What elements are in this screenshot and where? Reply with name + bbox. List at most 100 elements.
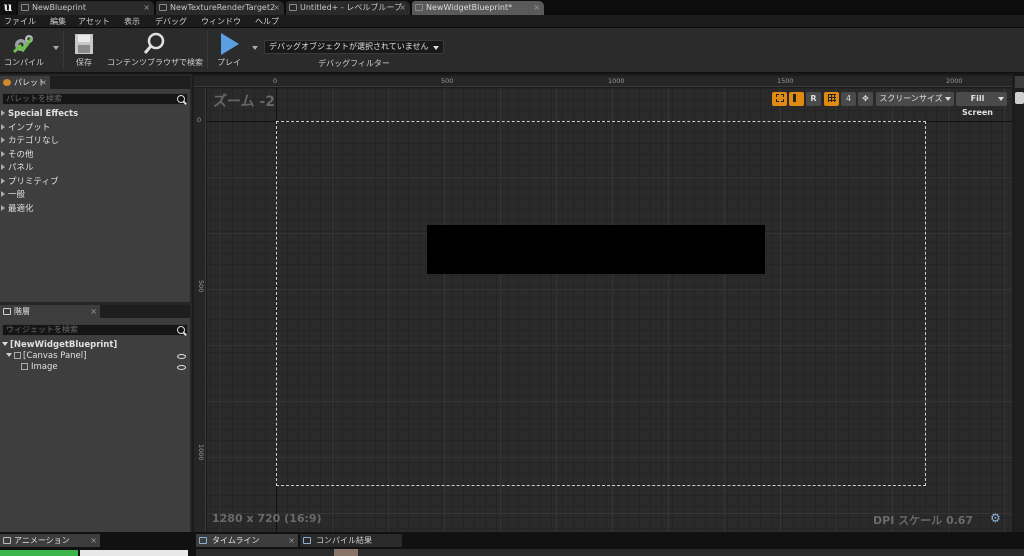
timeline-toolbar: [196, 549, 1024, 556]
zoom-level: ズーム -2: [213, 94, 276, 110]
screen-size-dropdown[interactable]: スクリーンサイズ: [876, 92, 954, 106]
close-icon[interactable]: ×: [288, 534, 295, 547]
timeline-track-marker[interactable]: [334, 549, 358, 556]
ruler-tick-label: 500: [197, 280, 205, 293]
unreal-logo[interactable]: u: [0, 0, 16, 15]
tree-item-image[interactable]: Image: [0, 361, 190, 374]
tab-label: NewWidgetBlueprint*: [426, 3, 513, 12]
animation-search-input[interactable]: [80, 550, 188, 556]
resolution-label: 1280 x 720 (16:9): [212, 512, 322, 525]
expand-arrow-icon: [1, 137, 5, 143]
visibility-eye-icon[interactable]: [177, 365, 186, 370]
visibility-eye-icon[interactable]: [177, 354, 186, 359]
expand-arrow-icon: [1, 205, 5, 211]
save-button[interactable]: 保存: [68, 30, 100, 71]
compile-results-icon: [303, 537, 311, 544]
hierarchy-search-input[interactable]: ウィジェットを検索: [2, 324, 188, 336]
tab-widget-blueprint[interactable]: NewWidgetBlueprint* ×: [412, 1, 544, 15]
details-tab[interactable]: [1015, 76, 1024, 88]
blueprint-icon: [21, 4, 29, 11]
details-search-input[interactable]: [1015, 92, 1024, 104]
palette-category-common[interactable]: 一般: [0, 189, 25, 202]
chevron-down-icon: [945, 97, 951, 101]
outline-toggle-button[interactable]: [772, 92, 787, 106]
close-icon[interactable]: ×: [273, 1, 280, 14]
hierarchy-header: 階層 ×: [0, 305, 190, 318]
close-icon[interactable]: ×: [90, 305, 97, 318]
palette-category-input[interactable]: インプット: [0, 122, 50, 135]
compile-button[interactable]: コンパイル: [2, 30, 46, 71]
menu-asset[interactable]: アセット: [78, 15, 110, 28]
hierarchy-tab[interactable]: 階層 ×: [0, 305, 100, 318]
category-label: インプット: [8, 123, 51, 133]
palette-tab[interactable]: パレット ×: [0, 76, 50, 89]
grid-icon: [827, 94, 836, 102]
layout-toggle-button[interactable]: [789, 92, 804, 106]
document-tab-bar: u NewBlueprint × NewTextureRenderTarget2…: [0, 0, 1024, 15]
close-icon[interactable]: ×: [143, 1, 150, 14]
timeline-tab-label: タイムライン: [212, 536, 260, 545]
palette-category-special-effects[interactable]: Special Effects: [0, 108, 78, 121]
dashed-outline-icon: [775, 94, 784, 102]
palette-header: パレット ×: [0, 76, 190, 89]
close-icon[interactable]: ×: [40, 76, 47, 89]
transform-mode-button[interactable]: ✥: [858, 92, 873, 106]
menu-file[interactable]: ファイル: [4, 15, 36, 28]
debug-object-select[interactable]: デバッグオブジェクトが選択されていません: [264, 40, 444, 54]
browse-button[interactable]: コンテンツブラウザで検索: [104, 30, 206, 71]
tab-render-target[interactable]: NewTextureRenderTarget2 ×: [156, 1, 284, 15]
tab-label: NewBlueprint: [32, 3, 86, 12]
save-icon: [75, 34, 93, 54]
screen-size-label: スクリーンサイズ: [879, 94, 943, 103]
respect-locks-button[interactable]: R: [806, 92, 821, 106]
menu-help[interactable]: ヘルプ: [255, 15, 279, 28]
compile-results-tab[interactable]: コンパイル結果: [300, 534, 402, 547]
add-animation-button[interactable]: [0, 550, 78, 556]
tab-label: Untitled+ - レベルブループ: [300, 3, 402, 12]
menu-debug[interactable]: デバッグ: [155, 15, 187, 28]
close-icon[interactable]: ×: [90, 534, 97, 547]
palette-search-input[interactable]: パレットを検索: [2, 93, 188, 105]
menu-edit[interactable]: 編集: [50, 15, 66, 28]
search-placeholder: ウィジェットを検索: [6, 325, 78, 334]
category-label: プリミティブ: [8, 177, 59, 187]
tree-item-label: Image: [31, 362, 58, 372]
debug-filter-label: デバッグフィルター: [318, 59, 390, 68]
expand-arrow-icon: [1, 110, 5, 116]
hierarchy-title: 階層: [14, 307, 30, 316]
compile-options-dropdown[interactable]: [53, 46, 59, 50]
close-icon[interactable]: ×: [399, 1, 406, 14]
fill-screen-dropdown[interactable]: Fill Screen: [956, 92, 1007, 117]
ruler-tick-label: 2000: [946, 77, 963, 85]
tab-level-blueprint[interactable]: Untitled+ - レベルブループ ×: [286, 1, 410, 15]
toolbar: コンパイル 保存 コンテンツブラウザで検索 プレイ デバッグオブジェクトが選択さ…: [0, 28, 1024, 73]
grid-snap-toggle-button[interactable]: [824, 92, 839, 106]
category-label: 最適化: [8, 204, 34, 214]
animation-tab[interactable]: アニメーション ×: [0, 534, 100, 547]
tab-new-blueprint[interactable]: NewBlueprint ×: [18, 1, 154, 15]
search-icon: [177, 95, 185, 103]
layout-icon: [792, 94, 801, 102]
palette-icon: [3, 79, 11, 86]
palette-category-optimization[interactable]: 最適化: [0, 203, 34, 216]
menu-window[interactable]: ウィンドウ: [201, 15, 241, 28]
designer-canvas[interactable]: ズーム -2 1280 x 720 (16:9) DPI スケール 0.67 ⚙: [207, 88, 1012, 532]
search-placeholder: パレットを検索: [6, 94, 62, 103]
compile-results-tab-label: コンパイル結果: [316, 536, 372, 545]
texture-icon: [159, 4, 167, 11]
details-panel-edge: [1014, 76, 1024, 532]
palette-category-primitive[interactable]: プリミティブ: [0, 176, 59, 189]
palette-category-panel[interactable]: パネル: [0, 162, 34, 175]
play-options-dropdown[interactable]: [252, 46, 258, 50]
play-button[interactable]: プレイ: [211, 30, 247, 71]
play-icon: [221, 33, 239, 55]
compile-label: コンパイル: [4, 58, 44, 67]
grid-size-button[interactable]: 4: [841, 92, 856, 106]
palette-category-uncategorized[interactable]: カテゴリなし: [0, 135, 59, 148]
palette-category-misc[interactable]: その他: [0, 149, 34, 162]
menu-view[interactable]: 表示: [124, 15, 140, 28]
close-icon[interactable]: ×: [533, 1, 540, 14]
image-widget[interactable]: [427, 225, 765, 274]
settings-gear-icon[interactable]: ⚙: [990, 511, 1001, 525]
timeline-tab[interactable]: タイムライン ×: [196, 534, 298, 547]
